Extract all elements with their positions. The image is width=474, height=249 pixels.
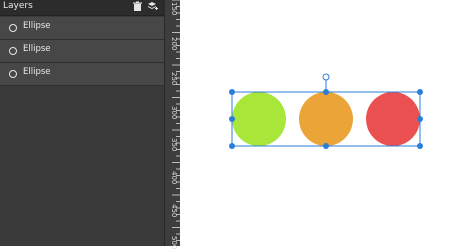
ruler-label: 200 [170, 37, 178, 51]
ellipse-layer-icon [9, 24, 17, 32]
ellipse-layer-icon [9, 70, 17, 78]
layers-header: Layers [0, 0, 164, 16]
resize-handle-right[interactable] [417, 116, 423, 122]
trash-icon[interactable] [132, 1, 143, 12]
layer-item-ellipse-2[interactable]: Ellipse [0, 40, 164, 63]
layer-item-ellipse-3[interactable]: Ellipse [0, 63, 164, 86]
resize-handle-bottom-right[interactable] [417, 143, 423, 149]
ruler-label: 300 [170, 106, 178, 120]
ruler-label: 150 [170, 2, 178, 16]
layer-label: Ellipse [23, 21, 51, 31]
vertical-ruler: 150 200 250 300 350 400 450 500 [164, 0, 180, 249]
layer-label: Ellipse [23, 67, 51, 77]
ellipse-green[interactable] [232, 92, 286, 146]
layers-panel: Layers Ellipse Ellipse Ellipse [0, 0, 164, 246]
resize-handle-top-right[interactable] [417, 89, 423, 95]
resize-handle-bottom-left[interactable] [229, 143, 235, 149]
ruler-label: 450 [170, 204, 178, 218]
resize-handle-top[interactable] [323, 89, 329, 95]
ruler-label: 250 [170, 72, 178, 86]
layer-label: Ellipse [23, 44, 51, 54]
rotate-handle[interactable] [322, 73, 330, 81]
canvas-drawing [229, 73, 423, 149]
layer-item-ellipse-1[interactable]: Ellipse [0, 17, 164, 40]
ellipse-orange[interactable] [299, 92, 353, 146]
ellipse-red[interactable] [366, 92, 420, 146]
add-layer-icon[interactable] [147, 1, 158, 12]
ruler-label: 500 [170, 236, 178, 249]
ruler-label: 350 [170, 138, 178, 152]
layers-title: Layers [3, 1, 33, 11]
ellipse-layer-icon [9, 47, 17, 55]
resize-handle-left[interactable] [229, 116, 235, 122]
canvas[interactable] [180, 0, 474, 246]
resize-handle-bottom[interactable] [323, 143, 329, 149]
resize-handle-top-left[interactable] [229, 89, 235, 95]
ruler-label: 400 [170, 171, 178, 185]
